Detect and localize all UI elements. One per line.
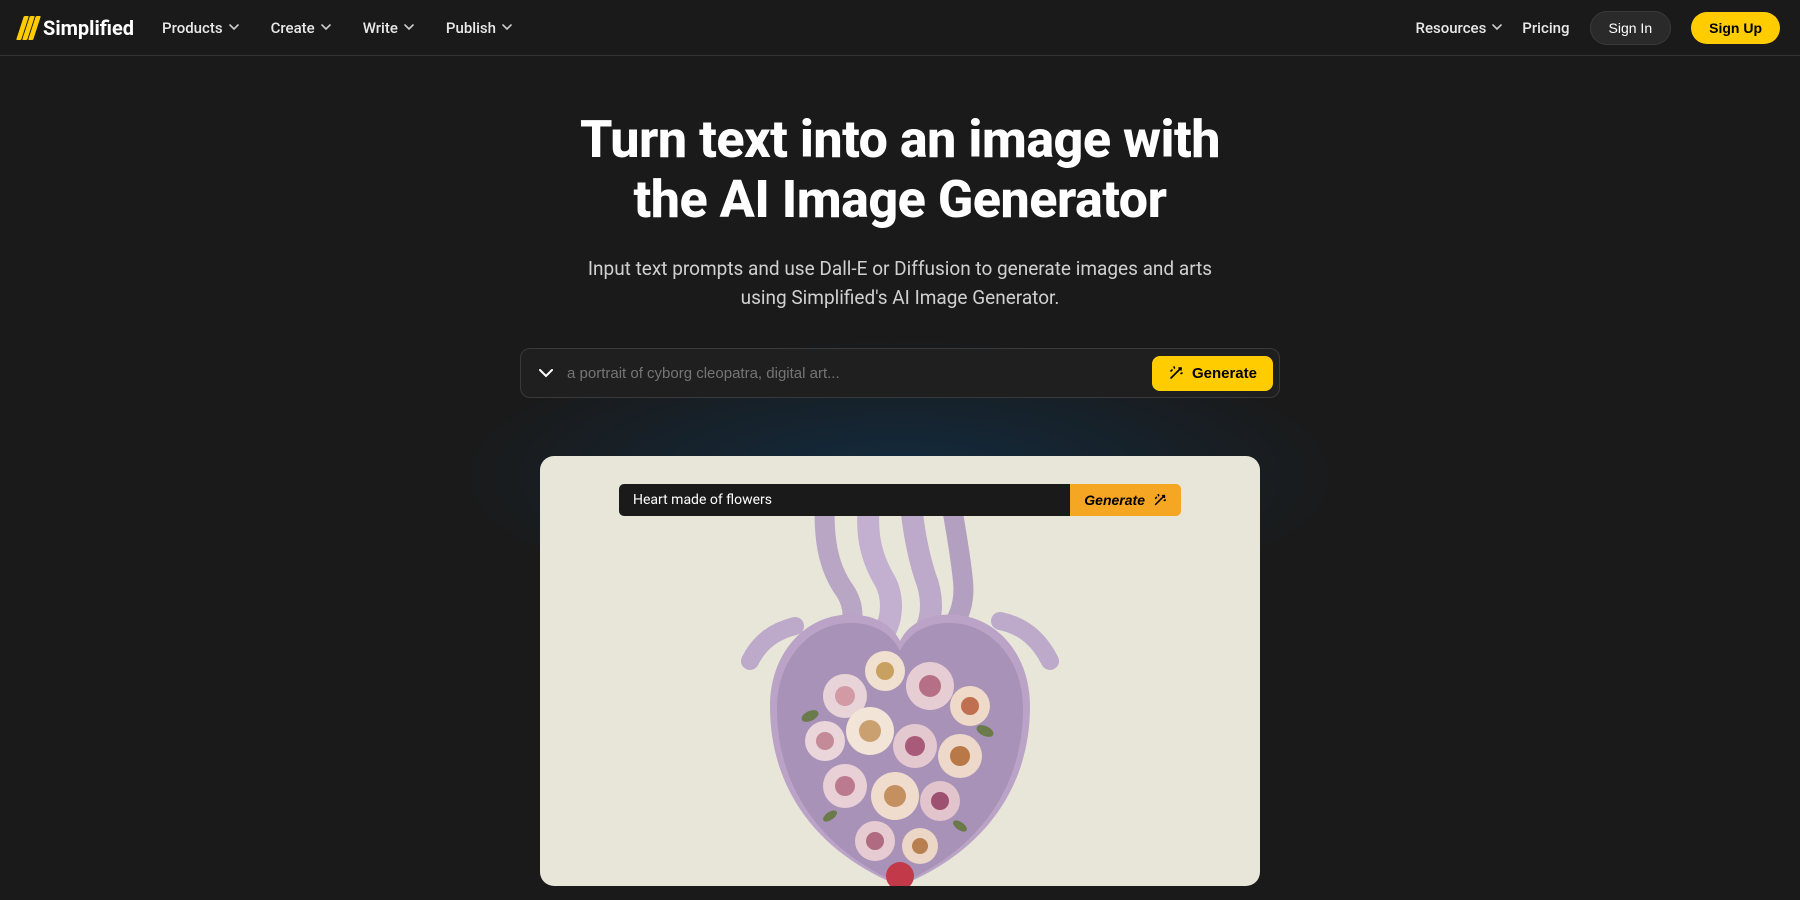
nav-label: Write — [363, 19, 398, 37]
chevron-down-icon — [404, 23, 414, 33]
nav-resources[interactable]: Resources — [1416, 19, 1503, 37]
nav-label: Resources — [1416, 19, 1487, 37]
page-headline: Turn text into an image with the AI Imag… — [0, 110, 1800, 230]
prompt-bar: Generate — [520, 348, 1280, 398]
nav-create[interactable]: Create — [271, 19, 331, 37]
subhead-line1: Input text prompts and use Dall-E or Dif… — [588, 257, 1212, 280]
brand-name: Simplified — [43, 16, 134, 40]
nav-right: Resources Pricing Sign In Sign Up — [1416, 11, 1781, 45]
nav-label: Create — [271, 19, 315, 37]
nav-label: Products — [162, 19, 223, 37]
page-subheadline: Input text prompts and use Dall-E or Dif… — [0, 254, 1800, 313]
nav-left: Products Create Write Publish — [162, 19, 512, 37]
subhead-line2: using Simplified's AI Image Generator. — [741, 286, 1060, 309]
nav-pricing[interactable]: Pricing — [1522, 19, 1569, 37]
signup-button[interactable]: Sign Up — [1691, 12, 1780, 44]
chevron-down-icon — [502, 23, 512, 33]
hero-section: Turn text into an image with the AI Imag… — [0, 56, 1800, 886]
headline-line1: Turn text into an image with — [580, 109, 1220, 170]
brand-logo[interactable]: Simplified — [20, 16, 134, 40]
nav-publish[interactable]: Publish — [446, 19, 512, 37]
top-navbar: Simplified Products Create Write Publish — [0, 0, 1800, 56]
preview-prompt-text: Heart made of flowers — [619, 484, 1070, 516]
preview-generate-button[interactable]: Generate — [1070, 484, 1181, 516]
generate-label: Generate — [1192, 365, 1257, 382]
nav-write[interactable]: Write — [363, 19, 414, 37]
nav-label: Pricing — [1522, 19, 1569, 37]
chevron-down-icon — [229, 23, 239, 33]
magic-wand-icon — [1168, 365, 1184, 381]
nav-label: Publish — [446, 19, 496, 37]
chevron-down-icon — [321, 23, 331, 33]
logo-mark-icon — [20, 16, 37, 40]
prompt-input[interactable] — [567, 365, 1152, 382]
preview-card: Heart made of flowers Generate — [540, 456, 1260, 886]
signin-button[interactable]: Sign In — [1590, 11, 1672, 45]
generated-image-heart-flowers — [735, 496, 1065, 886]
preview-prompt-bar: Heart made of flowers Generate — [619, 484, 1181, 516]
nav-products[interactable]: Products — [162, 19, 239, 37]
chevron-down-icon[interactable] — [539, 369, 553, 378]
generate-button[interactable]: Generate — [1152, 356, 1273, 391]
preview-generate-label: Generate — [1084, 492, 1145, 508]
magic-wand-icon — [1153, 493, 1167, 507]
headline-line2: the AI Image Generator — [634, 169, 1167, 230]
chevron-down-icon — [1492, 23, 1502, 33]
